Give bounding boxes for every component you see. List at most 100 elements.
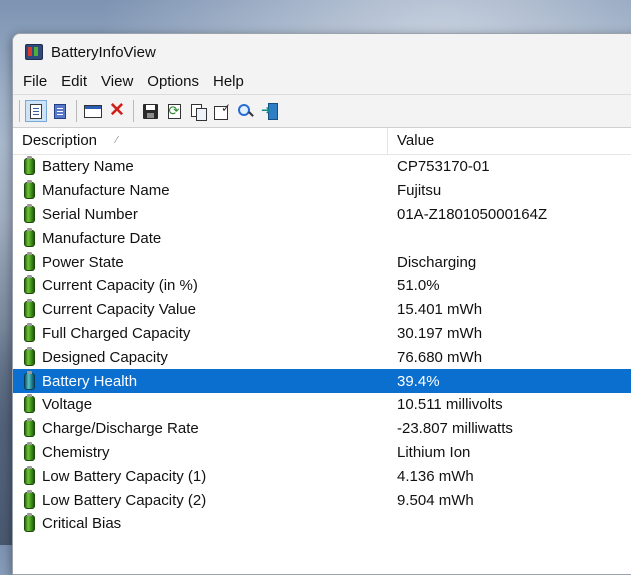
save-button[interactable]	[139, 100, 161, 122]
row-description: Voltage	[42, 396, 93, 414]
column-header-value-label: Value	[397, 132, 435, 149]
list-row[interactable]: Critical Bias	[13, 512, 631, 536]
row-description: Charge/Discharge Rate	[42, 420, 199, 438]
list-rows: Battery Name CP753170-01 Manufacture Name…	[13, 155, 631, 536]
row-value: 39.4%	[397, 372, 440, 390]
refresh-icon	[167, 103, 181, 119]
row-description: Manufacture Date	[42, 229, 162, 247]
copy-icon	[190, 103, 207, 121]
list-row[interactable]: Manufacture Name Fujitsu	[13, 179, 631, 203]
delete-button[interactable]: ✕	[106, 100, 128, 122]
column-header-description[interactable]: Description ⁄	[13, 128, 388, 154]
column-header-value[interactable]: Value	[388, 128, 434, 154]
menu-bar: File Edit View Options Help	[13, 70, 631, 94]
battery-icon	[24, 418, 35, 438]
title-bar[interactable]: BatteryInfoView	[13, 34, 631, 70]
row-value: 4.136 mWh	[397, 467, 474, 485]
list-row[interactable]: Designed Capacity 76.680 mWh	[13, 345, 631, 369]
menu-help[interactable]: Help	[206, 70, 251, 94]
toolbar: ✕	[13, 94, 631, 128]
properties-view-icon	[30, 103, 42, 119]
row-description: Battery Name	[42, 158, 134, 176]
properties-icon	[214, 101, 231, 120]
battery-icon	[24, 322, 35, 342]
row-value: 10.511 millivolts	[397, 396, 503, 414]
menu-file[interactable]: File	[16, 70, 54, 94]
refresh-button[interactable]	[163, 100, 185, 122]
battery-app-icon	[25, 44, 43, 60]
battery-icon	[24, 156, 35, 176]
row-description: Power State	[42, 253, 124, 271]
row-value: -23.807 milliwatts	[397, 420, 513, 438]
row-value: Discharging	[397, 253, 477, 271]
html-report-button[interactable]	[82, 100, 104, 122]
menu-view[interactable]: View	[94, 70, 140, 94]
battery-icon	[24, 275, 35, 295]
battery-icon	[24, 180, 35, 200]
delete-icon: ✕	[109, 100, 125, 121]
list-row[interactable]: Low Battery Capacity (1) 4.136 mWh	[13, 464, 631, 488]
row-description: Serial Number	[42, 205, 138, 223]
row-value: CP753170-01	[397, 158, 490, 176]
html-report-icon	[84, 104, 102, 118]
list-row[interactable]: Serial Number 01A-Z180105000164Z	[13, 203, 631, 227]
row-description: Chemistry	[42, 443, 110, 461]
list-header: Description ⁄ Value	[13, 128, 631, 155]
list-row[interactable]: Battery Name CP753170-01	[13, 155, 631, 179]
toolbar-separator	[76, 100, 77, 122]
find-button[interactable]	[235, 100, 257, 122]
row-description: Low Battery Capacity (2)	[42, 491, 207, 509]
row-description: Low Battery Capacity (1)	[42, 467, 207, 485]
copy-button[interactable]	[187, 100, 209, 122]
window-title: BatteryInfoView	[51, 43, 156, 61]
list-row[interactable]: Current Capacity Value 15.401 mWh	[13, 298, 631, 322]
row-value: 01A-Z180105000164Z	[397, 205, 548, 223]
properties-button[interactable]	[211, 100, 233, 122]
list-row[interactable]: Power State Discharging	[13, 250, 631, 274]
row-value: 9.504 mWh	[397, 491, 474, 509]
row-description: Current Capacity Value	[42, 301, 196, 319]
row-value: Fujitsu	[397, 182, 442, 200]
list-row[interactable]: Low Battery Capacity (2) 9.504 mWh	[13, 488, 631, 512]
toolbar-separator	[133, 100, 134, 122]
battery-icon	[24, 346, 35, 366]
battery-info-list[interactable]: Description ⁄ Value Battery Name CP753170…	[13, 128, 631, 574]
battery-icon	[24, 203, 35, 223]
row-value: 51.0%	[397, 277, 440, 295]
list-row[interactable]: Manufacture Date	[13, 226, 631, 250]
row-description: Designed Capacity	[42, 348, 168, 366]
sort-indicator-icon: ⁄	[116, 135, 118, 146]
list-row[interactable]: Current Capacity (in %) 51.0%	[13, 274, 631, 298]
all-items-view-button[interactable]	[49, 100, 71, 122]
battery-icon	[24, 489, 35, 509]
properties-view-button[interactable]	[25, 100, 47, 122]
row-value: 30.197 mWh	[397, 324, 483, 342]
row-description: Current Capacity (in %)	[42, 277, 198, 295]
list-row-selected[interactable]: Battery Health 39.4%	[13, 369, 631, 393]
battery-icon	[24, 227, 35, 247]
row-description: Manufacture Name	[42, 182, 170, 200]
battery-icon	[24, 465, 35, 485]
list-row[interactable]: Chemistry Lithium Ion	[13, 441, 631, 465]
exit-button[interactable]	[259, 100, 281, 122]
column-header-description-label: Description	[22, 132, 98, 149]
list-row[interactable]: Full Charged Capacity 30.197 mWh	[13, 322, 631, 346]
row-value: 76.680 mWh	[397, 348, 483, 366]
exit-icon	[261, 103, 278, 120]
row-description: Battery Health	[42, 372, 138, 390]
app-window: BatteryInfoView File Edit View Options H…	[12, 33, 631, 575]
battery-icon	[24, 441, 35, 461]
row-value: Lithium Ion	[397, 443, 471, 461]
battery-icon	[24, 513, 35, 533]
save-icon	[142, 103, 158, 119]
find-icon	[238, 103, 254, 119]
battery-icon	[24, 299, 35, 319]
menu-options[interactable]: Options	[140, 70, 206, 94]
battery-icon	[24, 370, 35, 390]
row-description: Critical Bias	[42, 515, 122, 533]
row-description: Full Charged Capacity	[42, 324, 191, 342]
menu-edit[interactable]: Edit	[54, 70, 94, 94]
battery-icon	[24, 251, 35, 271]
list-row[interactable]: Voltage 10.511 millivolts	[13, 393, 631, 417]
list-row[interactable]: Charge/Discharge Rate -23.807 milliwatts	[13, 417, 631, 441]
